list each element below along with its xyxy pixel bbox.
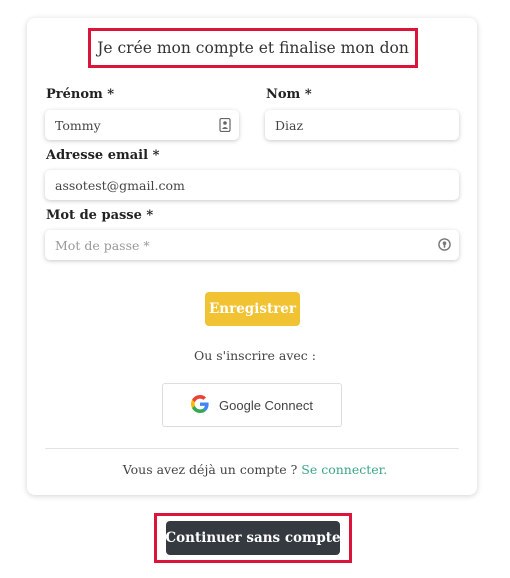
social-signup-text: Ou s'inscrire avec : bbox=[193, 348, 316, 363]
register-button[interactable]: Enregistrer bbox=[205, 292, 300, 326]
first-name-field[interactable]: Tommy bbox=[45, 110, 239, 140]
google-connect-label: Google Connect bbox=[219, 397, 313, 413]
contact-card-icon[interactable] bbox=[219, 117, 231, 133]
last-name-field[interactable]: Diaz bbox=[265, 110, 459, 140]
have-account-text: Vous avez déjà un compte ? bbox=[122, 462, 298, 477]
first-name-value: Tommy bbox=[55, 117, 101, 133]
form-title: Je crée mon compte et finalise mon don bbox=[88, 28, 418, 68]
password-placeholder: Mot de passe * bbox=[55, 237, 150, 253]
email-value: assotest@gmail.com bbox=[55, 177, 185, 193]
first-name-label: Prénom * bbox=[46, 87, 115, 102]
form-title-text: Je crée mon compte et finalise mon don bbox=[97, 39, 409, 57]
google-logo-icon bbox=[191, 394, 209, 416]
email-label: Adresse email * bbox=[46, 148, 160, 163]
password-field[interactable]: Mot de passe * bbox=[45, 230, 459, 260]
password-label: Mot de passe * bbox=[46, 208, 154, 223]
login-link[interactable]: Se connecter. bbox=[301, 462, 387, 477]
continue-without-account-button[interactable]: Continuer sans compte bbox=[165, 521, 341, 555]
last-name-label: Nom * bbox=[266, 87, 312, 102]
divider bbox=[45, 448, 459, 449]
login-prompt: Vous avez déjà un compte ? Se connecter. bbox=[0, 462, 510, 477]
google-connect-button[interactable]: Google Connect bbox=[162, 383, 342, 427]
password-manager-icon[interactable] bbox=[438, 238, 451, 251]
email-field[interactable]: assotest@gmail.com bbox=[45, 170, 459, 200]
last-name-value: Diaz bbox=[275, 117, 304, 133]
